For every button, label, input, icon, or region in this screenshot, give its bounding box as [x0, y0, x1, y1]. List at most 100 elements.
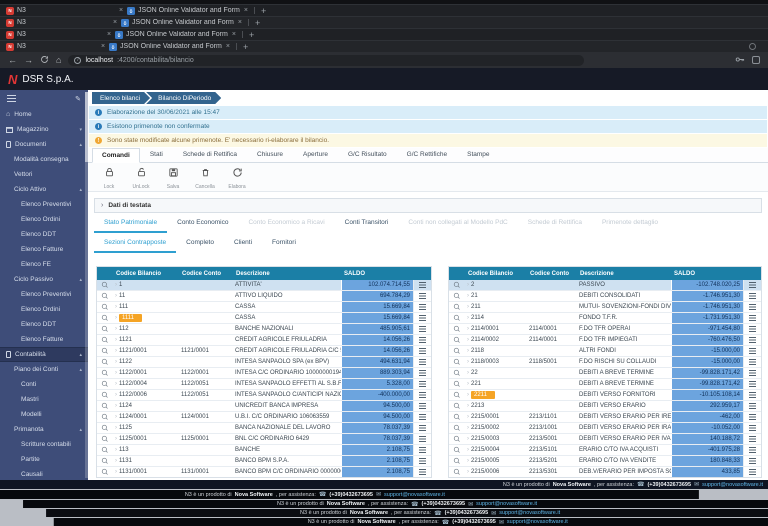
subtab-completo[interactable]: Completo [176, 233, 224, 253]
row-menu-icon[interactable] [419, 447, 426, 453]
row-search-icon[interactable] [449, 379, 465, 389]
tab-chiusure[interactable]: Chiusure [247, 147, 293, 162]
row-search-icon[interactable] [97, 291, 113, 301]
sidebar-item-home[interactable]: ⌂ Home [0, 107, 88, 122]
row-menu-icon[interactable] [419, 370, 426, 376]
table-row[interactable]: › 2211 DEBITI VERSO FORNITORI -10.105.108,1… [449, 390, 761, 401]
row-menu-icon[interactable] [749, 447, 756, 453]
close-tab-icon[interactable]: × [112, 19, 118, 26]
row-menu-icon[interactable] [749, 458, 756, 464]
sidebar-item-elenco-ordini[interactable]: Elenco Ordini [0, 302, 88, 317]
subtab-clienti[interactable]: Clienti [224, 233, 262, 253]
sidebar-item-primanota[interactable]: Primanota ▴ [0, 422, 88, 437]
row-menu-icon[interactable] [419, 348, 426, 354]
sidebar-item-partite[interactable]: Partite [0, 452, 88, 467]
sidebar-item-elenco-ddt[interactable]: Elenco DDT [0, 227, 88, 242]
row-menu-icon[interactable] [749, 414, 756, 420]
row-search-icon[interactable] [97, 445, 113, 455]
tab-stampe[interactable]: Stampe [457, 147, 499, 162]
table-row[interactable]: › 2114/0001 2114/0001 F.DO TFR OPERAI -971.4… [449, 324, 761, 335]
table-row[interactable]: › 221 DEBITI A BREVE TERMINE -99.828.171,42 [449, 379, 761, 390]
row-search-icon[interactable] [449, 412, 465, 422]
table-row[interactable]: › 21 DEBITI CONSOLIDATI -1.746.951,30 [449, 291, 761, 302]
lock-button[interactable]: Lock [96, 165, 122, 190]
dati-di-testata-section[interactable]: › Dati di testata [94, 198, 762, 213]
row-search-icon[interactable] [97, 456, 113, 466]
subtab-stato-patrimoniale[interactable]: Stato Patrimoniale [94, 213, 168, 233]
row-menu-icon[interactable] [419, 436, 426, 442]
row-search-icon[interactable] [97, 357, 113, 367]
row-search-icon[interactable] [97, 335, 113, 345]
row-menu-icon[interactable] [419, 315, 426, 321]
row-menu-icon[interactable] [749, 381, 756, 387]
row-menu-icon[interactable] [749, 425, 756, 431]
table-row[interactable]: › 2118/0003 2118/5001 F.DO RISCHI SU COLLAU… [449, 357, 761, 368]
subtab-fornitori[interactable]: Fornitori [262, 233, 306, 253]
row-menu-icon[interactable] [419, 326, 426, 332]
row-search-icon[interactable] [97, 401, 113, 411]
tab-n3[interactable]: N3 [17, 7, 26, 14]
row-menu-icon[interactable] [419, 293, 426, 299]
row-search-icon[interactable] [449, 346, 465, 356]
pencil-icon[interactable]: ✎ [75, 95, 81, 103]
table-row[interactable]: › 1121 CREDIT AGRICOLE FRIULADRIA 14.056,26 [97, 335, 431, 346]
window-controls-icon[interactable] [749, 43, 756, 50]
site-info-icon[interactable]: i [74, 56, 82, 64]
support-email-link[interactable]: support@novasoftware.it [476, 501, 537, 507]
table-row[interactable]: › 112 BANCHE NAZIONALI 485.905,61 [97, 324, 431, 335]
table-row[interactable]: › 2215/0002 2213/1001 DEBITI VERSO ERARIO P… [449, 423, 761, 434]
row-menu-icon[interactable] [419, 414, 426, 420]
row-menu-icon[interactable] [419, 282, 426, 288]
row-search-icon[interactable] [97, 368, 113, 378]
row-menu-icon[interactable] [749, 337, 756, 343]
subtab-conti-transitori[interactable]: Conti Transitori [335, 213, 399, 233]
table-row[interactable]: › 2215/0004 2213/5101 ERARIO C/TO IVA ACQUI… [449, 445, 761, 456]
table-row[interactable]: › 1124/0001 1124/0001 U.B.I. C/C ORDINARIO … [97, 412, 431, 423]
subtab-sezioni-contrapposte[interactable]: Sezioni Contrapposte [94, 233, 177, 253]
sidebar-item-modelli[interactable]: Modelli [0, 407, 88, 422]
row-menu-icon[interactable] [419, 359, 426, 365]
sidebar-item-piano-dei-conti[interactable]: Piano dei Conti ▴ [0, 362, 88, 377]
row-menu-icon[interactable] [749, 436, 756, 442]
row-search-icon[interactable] [449, 467, 465, 477]
row-search-icon[interactable] [97, 302, 113, 312]
table-row[interactable]: › 1121/0001 1121/0001 CREDIT AGRICOLE FRIUL… [97, 346, 431, 357]
table-row[interactable]: › 1131 BANCO BPM S.P.A. 2.108,75 [97, 456, 431, 467]
tab-aperture[interactable]: Aperture [293, 147, 338, 162]
table-row[interactable]: › 2114 FONDO T.F.R. -1.731.951,30 [449, 313, 761, 324]
tab-n3[interactable]: N3 [17, 31, 26, 38]
row-search-icon[interactable] [449, 302, 465, 312]
sidebar-item-magazzino[interactable]: Magazzino ▾ [0, 122, 88, 137]
row-search-icon[interactable] [449, 401, 465, 411]
sidebar-item-causali[interactable]: Causali [0, 467, 88, 480]
sidebar-item-scritture-contabili[interactable]: Scritture contabili [0, 437, 88, 452]
table-row[interactable]: › 1125/0001 1125/0001 BNL C/C ORDINARIO 642… [97, 434, 431, 445]
sidebar-item-vettori[interactable]: Vettori [0, 167, 88, 182]
row-menu-icon[interactable] [419, 381, 426, 387]
row-menu-icon[interactable] [419, 403, 426, 409]
row-search-icon[interactable] [97, 423, 113, 433]
breadcrumb-elenco-bilanci[interactable]: Elenco bilanci [92, 92, 150, 104]
table-row[interactable]: › 1122 INTESA SANPAOLO SPA (ex BPV) 494.631… [97, 357, 431, 368]
row-menu-icon[interactable] [419, 458, 426, 464]
support-email-link[interactable]: support@novasoftware.it [384, 492, 445, 498]
row-search-icon[interactable] [97, 434, 113, 444]
back-icon[interactable]: ← [8, 55, 17, 65]
table-row[interactable]: › 2215/0003 2213/5001 DEBITI VERSO ERARIO P… [449, 434, 761, 445]
row-search-icon[interactable] [97, 346, 113, 356]
table-row[interactable]: › 1131/0001 1131/0001 BANCO BPM C/C ORDINAR… [97, 467, 431, 477]
row-search-icon[interactable] [97, 280, 113, 290]
sidebar-item-modalit-consegna[interactable]: Modalità consegna [0, 152, 88, 167]
address-bar[interactable]: i localhost:4200/contabilita/bilancio [68, 54, 585, 66]
table-row[interactable]: › 22 DEBITI A BREVE TERMINE -99.828.171,42 [449, 368, 761, 379]
row-search-icon[interactable] [449, 434, 465, 444]
row-menu-icon[interactable] [749, 326, 756, 332]
row-menu-icon[interactable] [749, 304, 756, 310]
row-search-icon[interactable] [449, 324, 465, 334]
tab-n3[interactable]: N3 [17, 43, 26, 50]
table-row[interactable]: › 2215/0006 2213/5301 DEB.V/ERARIO PER IMPO… [449, 467, 761, 477]
row-search-icon[interactable] [449, 280, 465, 290]
new-tab-icon[interactable]: + [243, 42, 248, 52]
sidebar-item-ciclo-attivo[interactable]: Ciclo Attivo ▴ [0, 182, 88, 197]
row-menu-icon[interactable] [419, 469, 426, 475]
